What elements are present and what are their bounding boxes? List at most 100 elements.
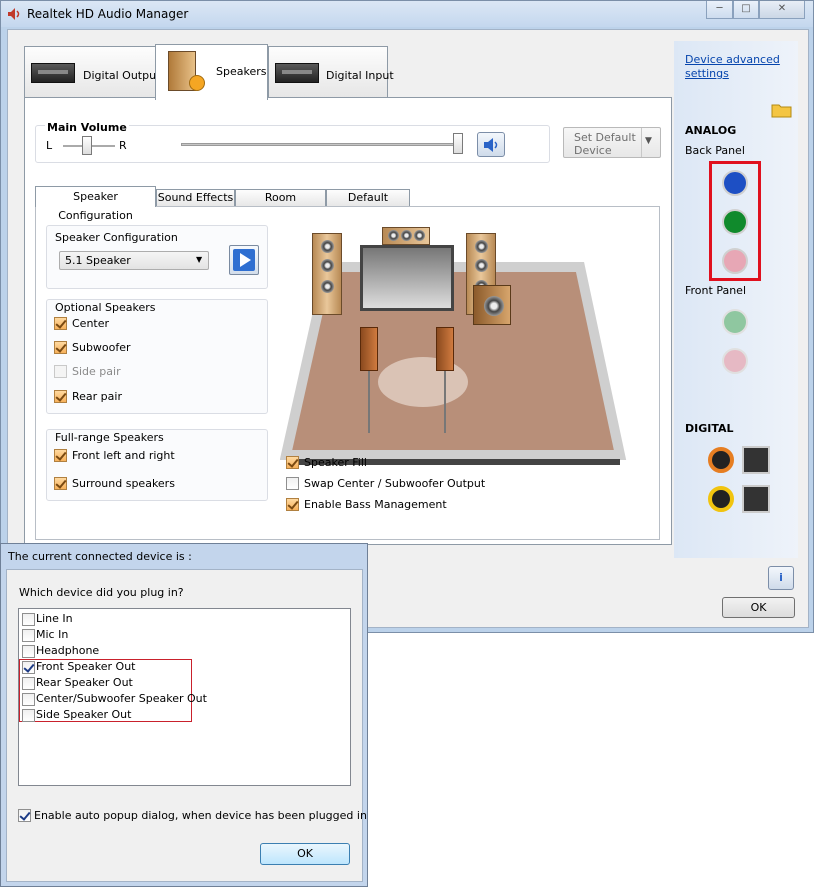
checkbox-surround[interactable] bbox=[54, 477, 67, 490]
back-jack-green[interactable] bbox=[722, 209, 748, 235]
tab-digital-output[interactable]: Digital Output bbox=[24, 46, 160, 98]
dialog-title: The current connected device is : bbox=[8, 550, 192, 563]
front-jack-pink[interactable] bbox=[722, 348, 748, 374]
subwoofer-speaker[interactable] bbox=[473, 285, 511, 325]
tab-speakers[interactable]: Speakers bbox=[155, 44, 268, 100]
speakers-panel: Main Volume L R Set Default Device ▼ Spe… bbox=[24, 97, 672, 545]
balance-left-label: L bbox=[46, 139, 53, 152]
device-listbox[interactable]: Line In Mic In Headphone Front Speaker O… bbox=[18, 608, 351, 786]
subtab-label: Speaker Configuration bbox=[58, 190, 133, 222]
full-range-speakers-group: Full-range Speakers Front left and right… bbox=[46, 429, 268, 501]
speaker-configuration-label: Speaker Configuration bbox=[55, 231, 178, 244]
subtab-sound-effects[interactable]: Sound Effects bbox=[156, 189, 235, 207]
checkbox-speaker-fill[interactable] bbox=[286, 456, 299, 469]
folder-icon[interactable] bbox=[771, 101, 793, 119]
minimize-button[interactable]: ─ bbox=[706, 1, 733, 19]
center-label: Center bbox=[72, 317, 110, 330]
checkbox-front-left-right[interactable] bbox=[54, 449, 67, 462]
rear-right-speaker[interactable] bbox=[436, 327, 454, 371]
mute-button[interactable] bbox=[477, 132, 505, 157]
tab-digital-input[interactable]: Digital Input bbox=[268, 46, 394, 98]
speaker-cone bbox=[484, 296, 504, 316]
subwoofer-label: Subwoofer bbox=[72, 341, 131, 354]
checkbox-center[interactable] bbox=[54, 317, 67, 330]
main-volume-label: Main Volume bbox=[45, 121, 129, 134]
optional-speakers-label: Optional Speakers bbox=[55, 301, 156, 314]
rear-left-stand bbox=[368, 371, 370, 433]
speaker-cone bbox=[388, 230, 399, 241]
speaker-volume-icon bbox=[484, 138, 498, 152]
speaker-fill-label: Speaker Fill bbox=[304, 456, 367, 469]
main-volume-group: Main Volume L R bbox=[35, 121, 550, 163]
coaxial-out-jack[interactable] bbox=[708, 447, 734, 473]
front-jack-green[interactable] bbox=[722, 309, 748, 335]
ok-label: OK bbox=[297, 847, 313, 860]
back-jack-blue[interactable] bbox=[722, 170, 748, 196]
optical-out-jack[interactable] bbox=[742, 446, 770, 474]
checkbox-side-pair bbox=[54, 365, 67, 378]
checkbox-headphone[interactable] bbox=[22, 645, 35, 658]
subtab-room-correction[interactable]: Room Correction bbox=[235, 189, 326, 220]
checkbox-mic-in[interactable] bbox=[22, 629, 35, 642]
balance-right-label: R bbox=[119, 139, 127, 152]
center-subwoofer-out-label: Center/Subwoofer Speaker Out bbox=[36, 692, 207, 705]
speaker-cone bbox=[401, 230, 412, 241]
optical-in-jack[interactable] bbox=[742, 485, 770, 513]
digital-input-device-icon bbox=[275, 63, 319, 83]
line-in-label: Line In bbox=[36, 612, 73, 625]
speaker-cone bbox=[475, 259, 488, 272]
subtab-speaker-configuration[interactable]: Speaker Configuration bbox=[35, 186, 156, 222]
rear-left-speaker[interactable] bbox=[360, 327, 378, 371]
checkbox-swap-center-subwoofer[interactable] bbox=[286, 477, 299, 490]
tv-screen bbox=[360, 245, 454, 311]
checkbox-line-in[interactable] bbox=[22, 613, 35, 626]
subtab-label: Sound Effects bbox=[157, 191, 234, 204]
checkbox-side-speaker-out[interactable] bbox=[22, 709, 35, 722]
checkbox-bass-management[interactable] bbox=[286, 498, 299, 511]
tab-label: Speakers bbox=[216, 65, 267, 78]
volume-slider-thumb[interactable] bbox=[453, 133, 463, 154]
speaker-cone bbox=[321, 280, 334, 293]
speaker-cone bbox=[321, 240, 334, 253]
maximize-button[interactable]: □ bbox=[733, 1, 759, 19]
rear-speaker-out-label: Rear Speaker Out bbox=[36, 676, 133, 689]
checkbox-front-speaker-out[interactable] bbox=[22, 661, 35, 674]
info-icon[interactable]: i bbox=[768, 566, 794, 590]
tab-label: Digital Input bbox=[326, 69, 394, 82]
chevron-down-icon: ▼ bbox=[645, 136, 652, 146]
device-advanced-settings-link[interactable]: Device advanced settings bbox=[685, 53, 785, 81]
center-speaker[interactable] bbox=[382, 227, 430, 245]
back-panel-label: Back Panel bbox=[685, 144, 745, 157]
subtab-default-format[interactable]: Default Format bbox=[326, 189, 410, 220]
checkbox-subwoofer[interactable] bbox=[54, 341, 67, 354]
checkbox-auto-popup[interactable] bbox=[18, 809, 31, 822]
front-panel-label: Front Panel bbox=[685, 284, 746, 297]
analog-heading: ANALOG bbox=[685, 124, 737, 137]
chevron-down-icon: ▼ bbox=[196, 255, 203, 264]
balance-slider-thumb[interactable] bbox=[82, 136, 92, 155]
coaxial-in-jack[interactable] bbox=[708, 486, 734, 512]
side-speaker-out-label: Side Speaker Out bbox=[36, 708, 132, 721]
close-button[interactable]: ✕ bbox=[759, 1, 805, 19]
front-left-speaker[interactable] bbox=[312, 233, 342, 315]
back-jack-pink[interactable] bbox=[722, 248, 748, 274]
play-test-button[interactable] bbox=[229, 245, 259, 275]
checkbox-center-subwoofer-out[interactable] bbox=[22, 693, 35, 706]
set-default-device-button[interactable]: Set Default Device ▼ bbox=[563, 127, 661, 158]
digital-output-device-icon bbox=[31, 63, 75, 83]
split-divider bbox=[641, 128, 642, 157]
main-ok-button[interactable]: OK bbox=[722, 597, 795, 618]
checkbox-rear-speaker-out[interactable] bbox=[22, 677, 35, 690]
connector-side-panel: Device advanced settings ANALOG Back Pan… bbox=[674, 41, 798, 558]
speaker-cone bbox=[475, 240, 488, 253]
side-pair-label: Side pair bbox=[72, 365, 121, 378]
checkbox-rear-pair[interactable] bbox=[54, 390, 67, 403]
dialog-ok-button[interactable]: OK bbox=[260, 843, 350, 865]
front-speaker-out-label: Front Speaker Out bbox=[36, 660, 136, 673]
dialog-question: Which device did you plug in? bbox=[19, 586, 184, 599]
mic-in-label: Mic In bbox=[36, 628, 69, 641]
speaker-config-page: Speaker Configuration 5.1 Speaker ▼ Opti… bbox=[35, 206, 660, 540]
client-area: Digital Output Speakers Digital Input Ma… bbox=[7, 29, 809, 628]
set-default-label: Set Default Device bbox=[574, 131, 636, 157]
speaker-configuration-select[interactable]: 5.1 Speaker ▼ bbox=[59, 251, 209, 270]
